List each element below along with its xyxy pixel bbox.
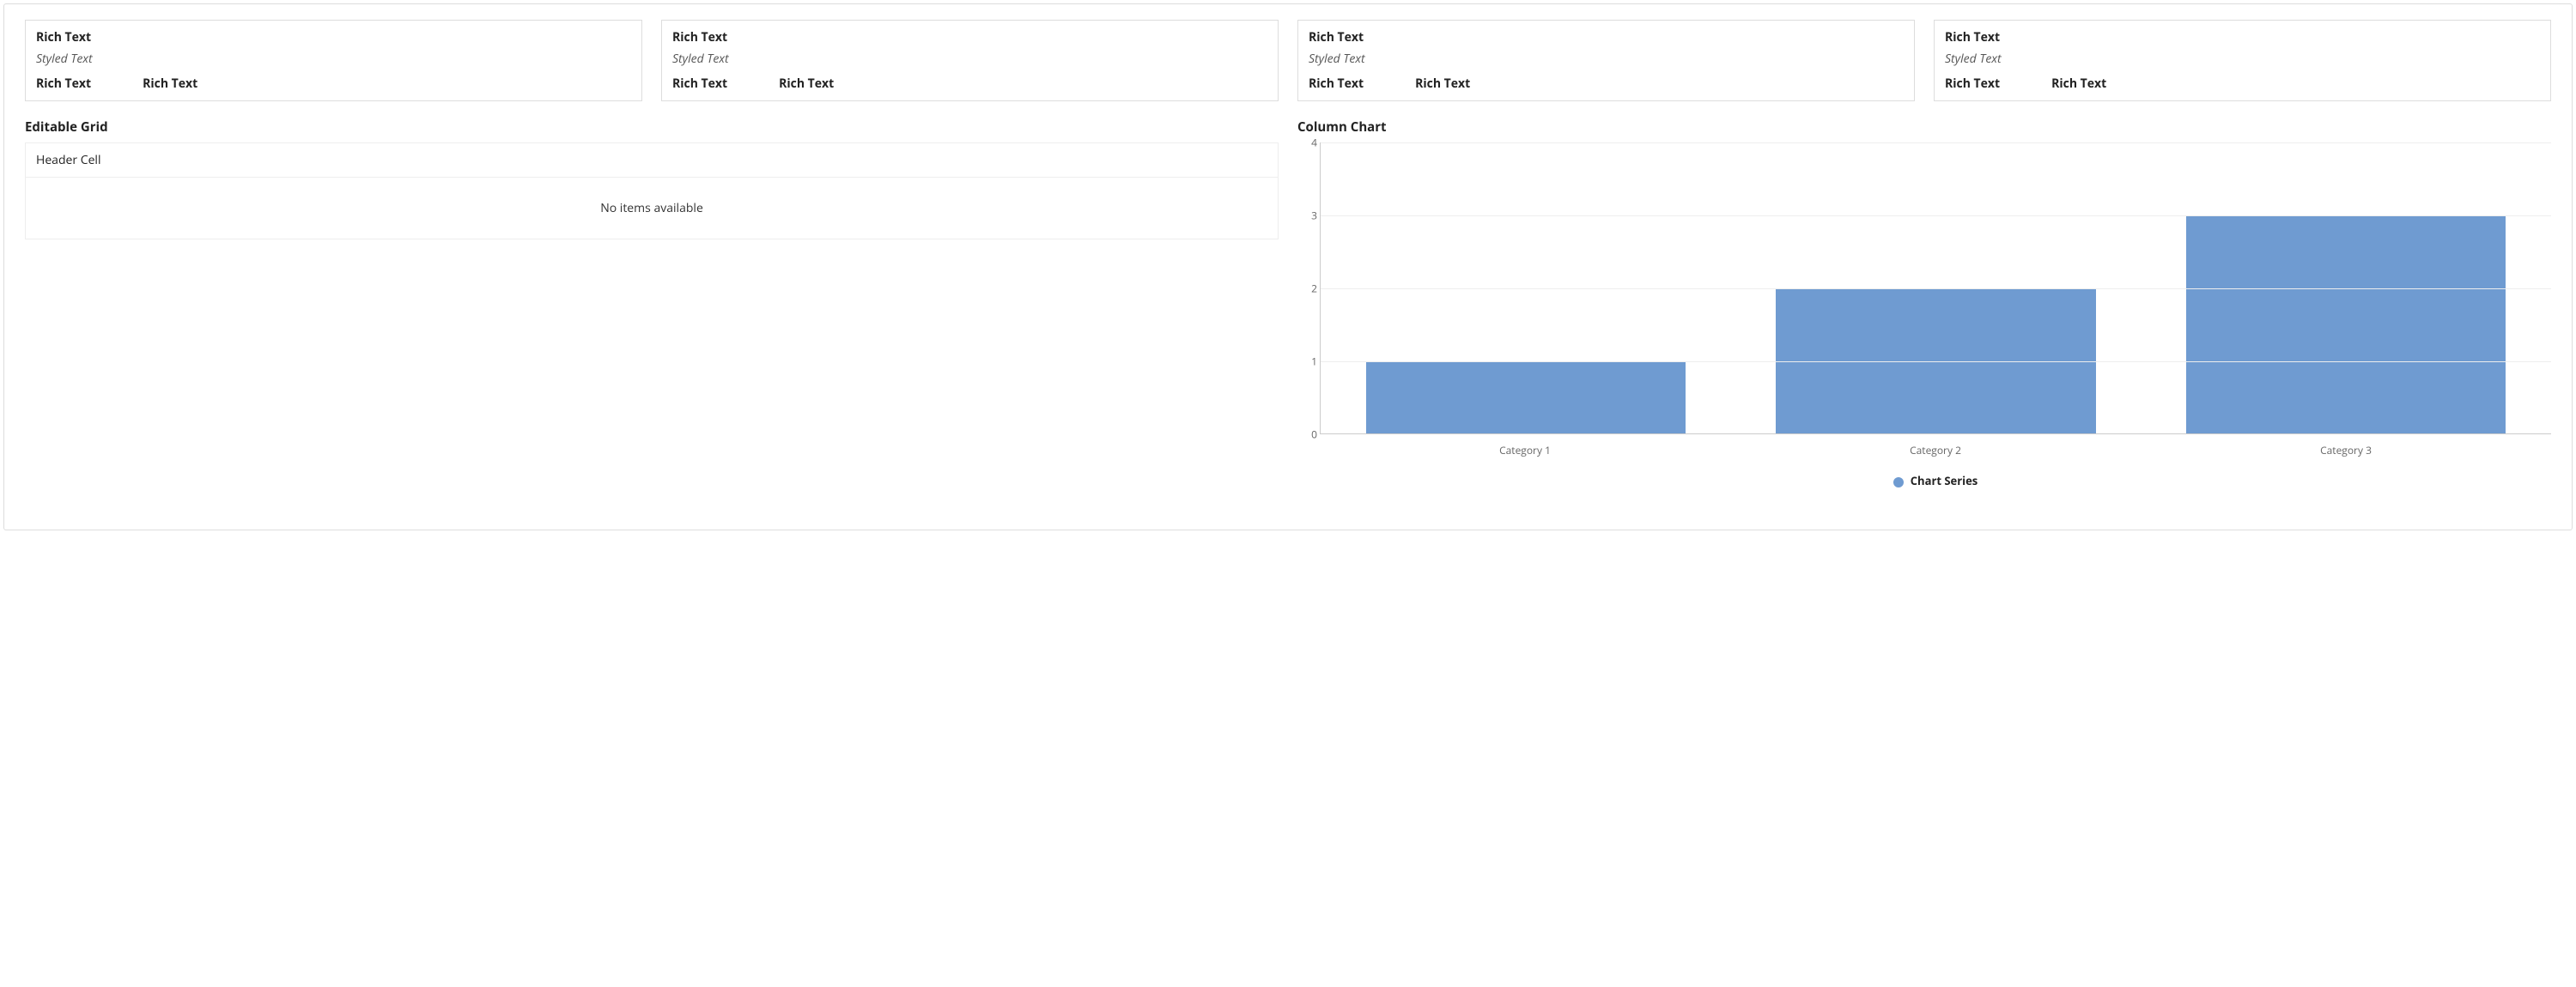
card-left-label: Rich Text <box>1309 76 1364 92</box>
card-title: Rich Text <box>672 29 1267 45</box>
card-styled-text: Styled Text <box>1309 51 1904 67</box>
chart-gridline <box>1321 142 2551 143</box>
card-left-label: Rich Text <box>672 76 727 92</box>
canvas: Rich Text Styled Text Rich Text Rich Tex… <box>3 3 2573 530</box>
card-right-label: Rich Text <box>143 76 197 92</box>
chart-gridline <box>1321 215 2551 216</box>
chart-plot-area: 01234 <box>1320 142 2551 434</box>
chart-y-tick: 1 <box>1302 354 1317 369</box>
chart-y-tick: 3 <box>1302 209 1317 223</box>
chart-bar <box>2186 215 2506 434</box>
card-right-label: Rich Text <box>2051 76 2106 92</box>
column-chart: 01234 Category 1Category 2Category 3 Cha… <box>1297 142 2551 509</box>
card-title: Rich Text <box>1945 29 2540 45</box>
right-column: Column Chart 01234 Category 1Category 2C… <box>1297 118 2551 509</box>
card-styled-text: Styled Text <box>1945 51 2540 67</box>
card-pair: Rich Text Rich Text <box>672 76 1267 92</box>
card-title: Rich Text <box>36 29 631 45</box>
chart-x-labels: Category 1Category 2Category 3 <box>1320 443 2551 457</box>
card: Rich Text Styled Text Rich Text Rich Tex… <box>1297 20 1915 101</box>
grid-header-cell[interactable]: Header Cell <box>26 143 1278 178</box>
two-column-layout: Editable Grid Header Cell No items avail… <box>25 118 2551 509</box>
card: Rich Text Styled Text Rich Text Rich Tex… <box>661 20 1279 101</box>
grid-empty-message: No items available <box>26 178 1278 239</box>
card-styled-text: Styled Text <box>36 51 631 67</box>
chart-gridline <box>1321 361 2551 362</box>
editable-grid[interactable]: Header Cell No items available <box>25 142 1279 239</box>
chart-y-tick: 2 <box>1302 282 1317 296</box>
cards-row: Rich Text Styled Text Rich Text Rich Tex… <box>25 20 2551 101</box>
chart-x-label: Category 2 <box>1730 443 2141 457</box>
left-column: Editable Grid Header Cell No items avail… <box>25 118 1279 239</box>
grid-section-title: Editable Grid <box>25 118 1279 136</box>
legend-swatch-icon <box>1893 477 1904 487</box>
card: Rich Text Styled Text Rich Text Rich Tex… <box>1934 20 2551 101</box>
chart-y-tick: 0 <box>1302 427 1317 442</box>
card-right-label: Rich Text <box>779 76 834 92</box>
card-title: Rich Text <box>1309 29 1904 45</box>
card-pair: Rich Text Rich Text <box>1945 76 2540 92</box>
chart-x-label: Category 1 <box>1320 443 1730 457</box>
legend-label: Chart Series <box>1911 473 1978 488</box>
card-styled-text: Styled Text <box>672 51 1267 67</box>
chart-section-title: Column Chart <box>1297 118 2551 136</box>
card-right-label: Rich Text <box>1415 76 1470 92</box>
chart-gridline <box>1321 288 2551 289</box>
chart-y-tick: 4 <box>1302 136 1317 150</box>
chart-x-label: Category 3 <box>2141 443 2551 457</box>
chart-baseline <box>1321 433 2551 434</box>
card-left-label: Rich Text <box>36 76 91 92</box>
card: Rich Text Styled Text Rich Text Rich Tex… <box>25 20 642 101</box>
card-pair: Rich Text Rich Text <box>36 76 631 92</box>
chart-bar <box>1366 361 1686 434</box>
card-left-label: Rich Text <box>1945 76 2000 92</box>
chart-legend: Chart Series <box>1320 473 2551 488</box>
card-pair: Rich Text Rich Text <box>1309 76 1904 92</box>
